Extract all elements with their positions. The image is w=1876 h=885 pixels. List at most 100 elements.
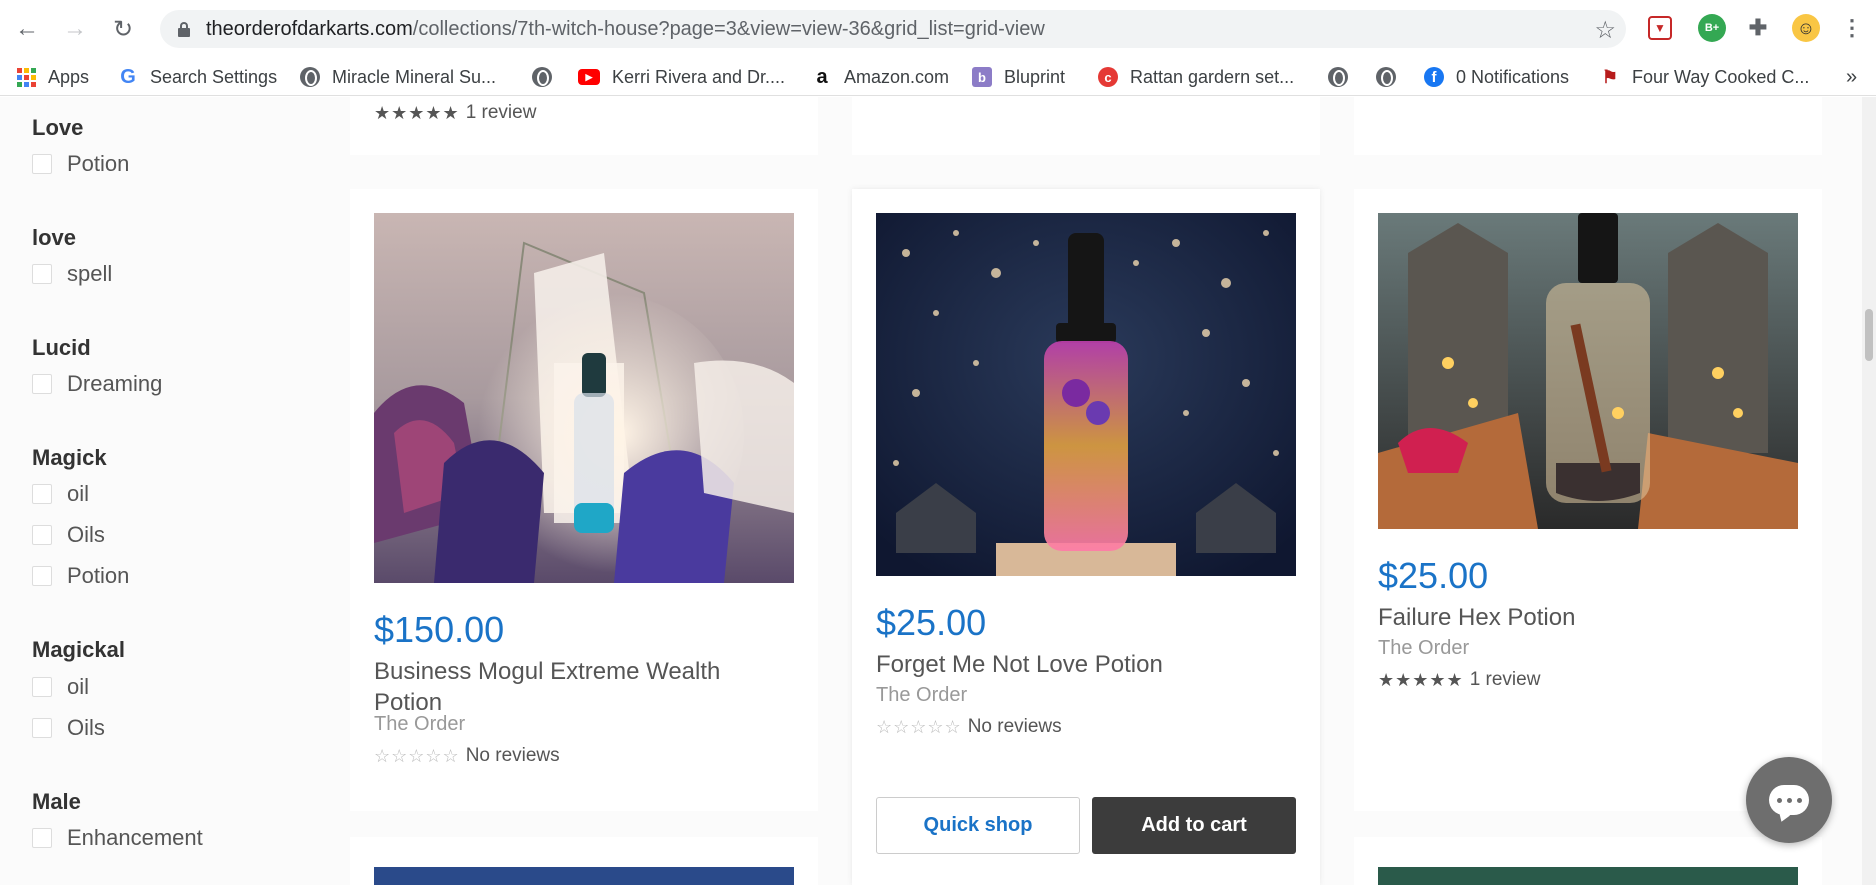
checkbox[interactable]	[32, 525, 52, 545]
review-count: No reviews	[465, 745, 560, 766]
product-image[interactable]	[374, 213, 794, 583]
b-plus-extension-icon[interactable]: B+	[1698, 14, 1726, 42]
filter-option-magickal-oil[interactable]: oil	[32, 674, 89, 700]
bookmark-globe-1[interactable]	[532, 64, 552, 90]
product-card[interactable]: $150.00 Business Mogul Extreme Wealth Po…	[350, 189, 818, 811]
filter-option-lucid-dreaming[interactable]: Dreaming	[32, 371, 162, 397]
filter-group-title: Magick	[32, 445, 107, 470]
bookmark-rattan[interactable]: c Rattan gardern set...	[1098, 64, 1294, 90]
filter-option-label: Enhancement	[67, 825, 203, 850]
checkbox[interactable]	[32, 828, 52, 848]
product-image[interactable]	[374, 867, 794, 885]
filter-group-title: Love	[32, 115, 84, 140]
filter-option-magick-oil[interactable]: oil	[32, 481, 89, 507]
checkbox[interactable]	[32, 484, 52, 504]
filter-option-label: Oils	[67, 715, 105, 740]
extensions-puzzle-icon[interactable]: ✚	[1744, 14, 1772, 42]
filter-option-magickal-oils[interactable]: Oils	[32, 715, 105, 741]
filter-option-label: Potion	[67, 151, 130, 176]
filter-option-magick-oils[interactable]: Oils	[32, 522, 105, 548]
bookmark-amazon[interactable]: a Amazon.com	[812, 64, 949, 90]
filter-option-magick-potion[interactable]: Potion	[32, 563, 129, 589]
bookmark-globe-2[interactable]	[1328, 64, 1348, 90]
product-price: $25.00	[1378, 555, 1489, 596]
rating-stars: ★★★★★	[374, 102, 460, 123]
bookmark-label: Amazon.com	[844, 66, 950, 87]
product-price: $150.00	[374, 609, 505, 650]
product-title[interactable]: Forget Me Not Love Potion	[876, 649, 1163, 680]
product-card-prev	[852, 97, 1320, 155]
product-card[interactable]: $25.00 Failure Hex Potion The Order ★★★★…	[1354, 189, 1822, 811]
product-image[interactable]	[1378, 213, 1798, 529]
bookmark-label: 0 Notifications	[1456, 66, 1570, 87]
product-title[interactable]: Business Mogul Extreme Wealth Potion	[374, 656, 720, 718]
lock-icon[interactable]	[178, 22, 190, 37]
more-bookmarks-chevron-icon[interactable]: »	[1846, 64, 1857, 90]
product-price: $25.00	[876, 602, 987, 643]
browser-toolbar: ← → ↻ theorderofdarkarts.com/collections…	[0, 0, 1876, 58]
checkbox[interactable]	[32, 264, 52, 284]
address-bar[interactable]: theorderofdarkarts.com/collections/7th-w…	[160, 10, 1626, 48]
chat-icon	[1769, 785, 1809, 815]
review-count: 1 review	[1469, 669, 1541, 690]
back-icon[interactable]: ←	[10, 12, 44, 46]
bookmark-apps[interactable]: Apps	[16, 64, 89, 90]
filter-option-label: Potion	[67, 563, 130, 588]
bookmark-facebook[interactable]: f 0 Notifications	[1424, 64, 1569, 90]
scrollbar-thumb[interactable]	[1865, 309, 1873, 361]
bookmark-label: Four Way Cooked C...	[1632, 66, 1810, 87]
profile-avatar-icon[interactable]: ☺	[1792, 14, 1820, 42]
checkbox[interactable]	[32, 374, 52, 394]
product-rating: ★★★★★ 1 review	[1378, 669, 1540, 691]
browser-menu-icon[interactable]: ⋮	[1838, 14, 1866, 42]
product-card[interactable]: $25.00 Forget Me Not Love Potion The Ord…	[852, 189, 1320, 885]
filter-option-male-enhancement[interactable]: Enhancement	[32, 825, 203, 851]
bookmark-label: Miracle Mineral Su...	[332, 66, 497, 87]
forward-icon[interactable]: →	[58, 12, 92, 46]
chat-widget-button[interactable]	[1746, 757, 1832, 843]
product-card-next[interactable]	[1354, 837, 1822, 885]
filter-group-title: Magickal	[32, 637, 125, 662]
apps-grid-icon	[16, 67, 36, 87]
review-count: No reviews	[967, 716, 1062, 737]
product-vendor: The Order	[374, 713, 466, 735]
filter-option-love-potion[interactable]: Potion	[32, 151, 129, 177]
checkbox[interactable]	[32, 154, 52, 174]
filter-option-label: Oils	[67, 522, 105, 547]
filter-group-title: Male	[32, 789, 81, 814]
bookmark-kerri-rivera[interactable]: ▶ Kerri Rivera and Dr....	[578, 64, 785, 90]
product-rating: ☆☆☆☆☆ No reviews	[374, 745, 560, 767]
product-title-line[interactable]: Business Mogul Extreme Wealth	[374, 658, 720, 685]
bookmark-globe-3[interactable]	[1376, 64, 1396, 90]
scrollbar[interactable]	[1862, 97, 1876, 885]
checkbox[interactable]	[32, 566, 52, 586]
checkbox[interactable]	[32, 718, 52, 738]
url-text[interactable]: theorderofdarkarts.com/collections/7th-w…	[206, 18, 1045, 41]
bookmark-label: Search Settings	[150, 66, 278, 87]
product-card-next[interactable]	[350, 837, 818, 885]
product-title-line[interactable]: Potion	[374, 689, 442, 716]
filter-option-label: oil	[67, 674, 90, 699]
product-vendor: The Order	[1378, 637, 1470, 659]
pocket-extension-icon[interactable]: ▼	[1648, 16, 1672, 40]
quick-shop-button[interactable]: Quick shop	[876, 797, 1080, 854]
bookmark-star-icon[interactable]: ☆	[1594, 16, 1616, 45]
checkbox[interactable]	[32, 677, 52, 697]
reload-icon[interactable]: ↻	[106, 12, 140, 46]
bookmark-bluprint[interactable]: b Bluprint	[972, 64, 1065, 90]
bookmark-search-settings[interactable]: G Search Settings	[118, 64, 277, 90]
google-icon: G	[120, 65, 136, 88]
bookmark-label: Bluprint	[1004, 66, 1066, 87]
bookmarks-bar: Apps G Search Settings Miracle Mineral S…	[0, 58, 1876, 96]
product-title[interactable]: Failure Hex Potion	[1378, 602, 1575, 633]
add-to-cart-button[interactable]: Add to cart	[1092, 797, 1296, 854]
product-image[interactable]	[876, 213, 1296, 576]
bookmark-label: Kerri Rivera and Dr....	[612, 66, 786, 87]
bookmark-miracle-mineral[interactable]: Miracle Mineral Su...	[300, 64, 496, 90]
product-image[interactable]	[1378, 867, 1798, 885]
rattan-icon: c	[1098, 67, 1118, 87]
rating-stars: ☆☆☆☆☆	[876, 716, 962, 737]
bookmark-four-way[interactable]: ⚑ Four Way Cooked C...	[1600, 64, 1809, 90]
rating-stars: ★★★★★	[1378, 669, 1464, 690]
filter-option-love-spell[interactable]: spell	[32, 261, 112, 287]
